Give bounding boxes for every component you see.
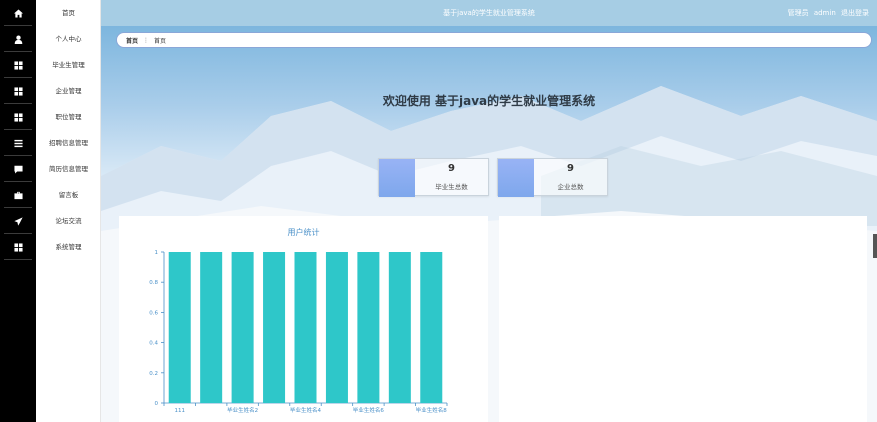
send-icon [0, 208, 36, 234]
app-root: 首页 个人中心 毕业生管理 企业管理 职位管理 招聘信息管理 简历信息管理 留言… [0, 0, 877, 422]
sidebar-item-message-board[interactable]: 留言板 [0, 182, 101, 208]
stat-label: 企业总数 [557, 183, 584, 191]
sidebar-item-label: 首页 [62, 9, 75, 17]
logout-link[interactable]: 退出登录 [841, 9, 869, 17]
y-tick-label: 1 [155, 250, 159, 256]
user-role: 管理员 [787, 9, 809, 17]
user-icon [0, 26, 36, 52]
bar [294, 252, 317, 403]
sidebar-item-enterprise-management[interactable]: 企业管理 [0, 78, 101, 104]
grid-icon [0, 78, 36, 104]
stat-value: 9 [448, 163, 455, 174]
sidebar-item-label: 论坛交流 [55, 217, 82, 225]
x-tick-label: 毕业生姓名2 [227, 406, 258, 414]
bar [325, 252, 348, 403]
app-title: 基于java的学生就业管理系统 [443, 9, 535, 17]
grid-icon [0, 104, 36, 130]
stat-card-accent [498, 159, 534, 197]
briefcase-icon [0, 182, 36, 208]
sidebar-item-label: 招聘信息管理 [49, 139, 88, 147]
list-icon [0, 130, 36, 156]
y-tick-label: 0.8 [149, 280, 158, 286]
bar [420, 252, 443, 403]
x-tick-label: 毕业生姓名6 [353, 406, 385, 414]
sidebar-item-recruitment-management[interactable]: 招聘信息管理 [0, 130, 101, 156]
grid-icon [0, 234, 36, 260]
stat-label: 毕业生总数 [435, 183, 468, 191]
empty-chart-panel [499, 216, 867, 422]
username: admin [813, 9, 836, 17]
grid-icon [0, 52, 36, 78]
stat-card-enterprises: 9 企业总数 [497, 158, 608, 197]
scrollbar-thumb[interactable] [873, 234, 877, 258]
sidebar: 首页 个人中心 毕业生管理 企业管理 职位管理 招聘信息管理 简历信息管理 留言… [0, 0, 101, 422]
sidebar-item-label: 职位管理 [55, 113, 82, 121]
top-bar: 基于java的学生就业管理系统 管理员 admin 退出登录 [101, 0, 877, 26]
bar [168, 252, 191, 403]
breadcrumb-home[interactable]: 首页 [126, 36, 138, 45]
sidebar-item-label: 企业管理 [55, 87, 82, 95]
sidebar-item-graduate-management[interactable]: 毕业生管理 [0, 52, 101, 78]
breadcrumb-separator: ⋮ [143, 36, 150, 44]
main-content: 首页 ⋮ 首页 欢迎使用 基于java的学生就业管理系统 9 毕业生总数 9 企… [101, 26, 877, 422]
sidebar-item-resume-management[interactable]: 简历信息管理 [0, 156, 101, 182]
bar [357, 252, 380, 403]
stat-card-graduates: 9 毕业生总数 [378, 158, 489, 197]
bar [263, 252, 286, 403]
user-stats-bar-chart: 00.20.40.60.81111 毕业生姓名2 毕业生姓名4 毕业生姓名6 毕业生姓名… [149, 250, 448, 414]
sidebar-item-home[interactable]: 首页 [0, 0, 101, 26]
stat-card-accent [379, 159, 415, 197]
stat-value: 9 [567, 163, 574, 174]
sidebar-item-personal-center[interactable]: 个人中心 [0, 26, 101, 52]
x-tick-label: 毕业生姓名8 [416, 406, 448, 414]
sidebar-item-forum[interactable]: 论坛交流 [0, 208, 101, 234]
y-tick-label: 0.6 [149, 310, 158, 316]
user-area: 管理员 admin 退出登录 [785, 0, 869, 26]
x-tick-label: 111 [174, 408, 185, 414]
y-tick-label: 0.2 [149, 371, 158, 377]
sidebar-item-label: 毕业生管理 [52, 61, 85, 69]
y-tick-label: 0.4 [149, 341, 158, 347]
bar [231, 252, 254, 403]
message-icon [0, 156, 36, 182]
sidebar-item-label: 留言板 [58, 191, 79, 199]
sidebar-divider [4, 259, 32, 260]
bar [388, 252, 411, 403]
breadcrumb: 首页 ⋮ 首页 [116, 32, 872, 48]
welcome-heading: 欢迎使用 基于java的学生就业管理系统 [382, 94, 596, 108]
bar [200, 252, 223, 403]
home-icon [0, 0, 36, 26]
sidebar-item-label: 简历信息管理 [49, 165, 88, 173]
sidebar-item-position-management[interactable]: 职位管理 [0, 104, 101, 130]
sidebar-item-system-management[interactable]: 系统管理 [0, 234, 101, 260]
x-tick-label: 毕业生姓名4 [290, 406, 322, 414]
sidebar-item-label: 个人中心 [55, 35, 82, 43]
user-stats-chart-panel: 用户统计 0 0.2 0.4 0.6 0.8 1 111 毕业生姓名2 毕业生姓名4 毕业生姓名6… [119, 216, 488, 422]
sidebar-item-label: 系统管理 [55, 243, 82, 251]
breadcrumb-current: 首页 [154, 37, 167, 45]
y-tick-label: 0 [155, 401, 159, 407]
